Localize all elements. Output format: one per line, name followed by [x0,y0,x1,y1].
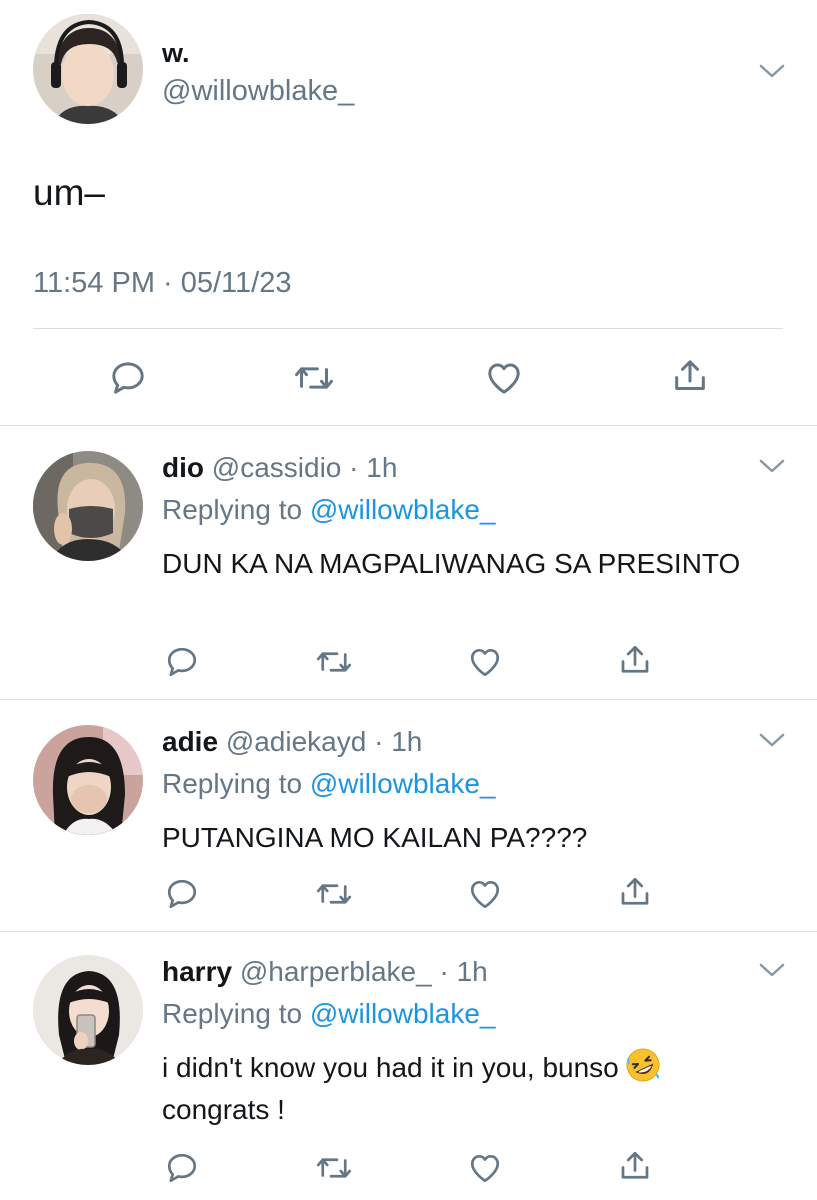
share-button[interactable] [615,640,655,680]
handle[interactable]: @harperblake_ [240,956,432,987]
divider [33,328,783,329]
chevron-down-icon[interactable] [758,731,786,749]
avatar[interactable] [33,14,143,124]
handle[interactable]: @willowblake_ [162,75,354,108]
reply-header: harry @harperblake_ · 1h [162,956,488,987]
reply-text: DUN KA NA MAGPALIWANAG SA PRESINTO [162,548,741,579]
avatar[interactable] [33,451,143,561]
retweet-button[interactable] [312,642,356,682]
like-button[interactable] [482,356,526,400]
replying-to: Replying to @willowblake_ [162,768,495,800]
avatar[interactable] [33,725,143,835]
chevron-down-icon[interactable] [758,62,786,80]
retweet-button[interactable] [312,1148,356,1188]
display-name[interactable]: w. [162,38,190,69]
reply-text: PUTANGINA MO KAILAN PA???? [162,822,588,853]
display-name[interactable]: harry [162,956,232,987]
reply-icon [167,1153,197,1183]
reply-header: adie @adiekayd · 1h [162,726,423,757]
share-button[interactable] [615,872,655,912]
share-button[interactable] [615,1146,655,1186]
retweet-button[interactable] [290,356,338,400]
reply-time[interactable]: 1h [366,452,397,483]
handle[interactable]: @adiekayd [226,726,367,757]
rolling-on-floor-laughing-emoji [625,1047,661,1083]
divider [0,699,817,700]
share-icon [621,1151,649,1179]
share-button[interactable] [668,354,712,398]
replying-to: Replying to @willowblake_ [162,494,495,526]
mention-link[interactable]: @willowblake_ [310,768,496,799]
divider [0,425,817,426]
like-icon [470,1154,500,1183]
handle[interactable]: @cassidio [212,452,342,483]
chevron-down-icon[interactable] [758,961,786,979]
share-icon [621,645,649,673]
retweet-icon [316,1158,352,1178]
reply-time[interactable]: 1h [457,956,488,987]
reply-icon [167,879,197,909]
reply-text: i didn't know you had it in you, bunso c… [162,1047,772,1131]
reply-button[interactable] [162,1148,202,1188]
reply-text-line: i didn't know you had it in you, bunso [162,1052,619,1083]
share-icon [621,877,649,905]
tweet-timestamp[interactable]: 11:54 PM · 05/11/23 [33,267,291,300]
tweet-text: um– [33,172,105,213]
reply-text-line: congrats ! [162,1094,285,1125]
like-icon [470,648,500,677]
retweet-button[interactable] [312,874,356,914]
like-button[interactable] [465,874,505,914]
reply-header: dio @cassidio · 1h [162,452,398,483]
mention-link[interactable]: @willowblake_ [310,494,496,525]
like-icon [488,363,520,394]
display-name[interactable]: dio [162,452,204,483]
replying-to-label: Replying to [162,998,303,1029]
like-icon [470,880,500,909]
reply-icon [112,362,144,394]
retweet-icon [295,367,333,389]
reply-button[interactable] [106,356,150,400]
reply-icon [167,647,197,677]
like-button[interactable] [465,642,505,682]
like-button[interactable] [465,1148,505,1188]
share-icon [675,360,705,390]
chevron-down-icon[interactable] [758,457,786,475]
divider [0,931,817,932]
replying-to-label: Replying to [162,768,303,799]
avatar[interactable] [33,955,143,1065]
retweet-icon [316,652,352,672]
replying-to: Replying to @willowblake_ [162,998,495,1030]
display-name[interactable]: adie [162,726,218,757]
retweet-icon [316,884,352,904]
reply-time[interactable]: 1h [391,726,422,757]
reply-button[interactable] [162,642,202,682]
mention-link[interactable]: @willowblake_ [310,998,496,1029]
replying-to-label: Replying to [162,494,303,525]
reply-button[interactable] [162,874,202,914]
